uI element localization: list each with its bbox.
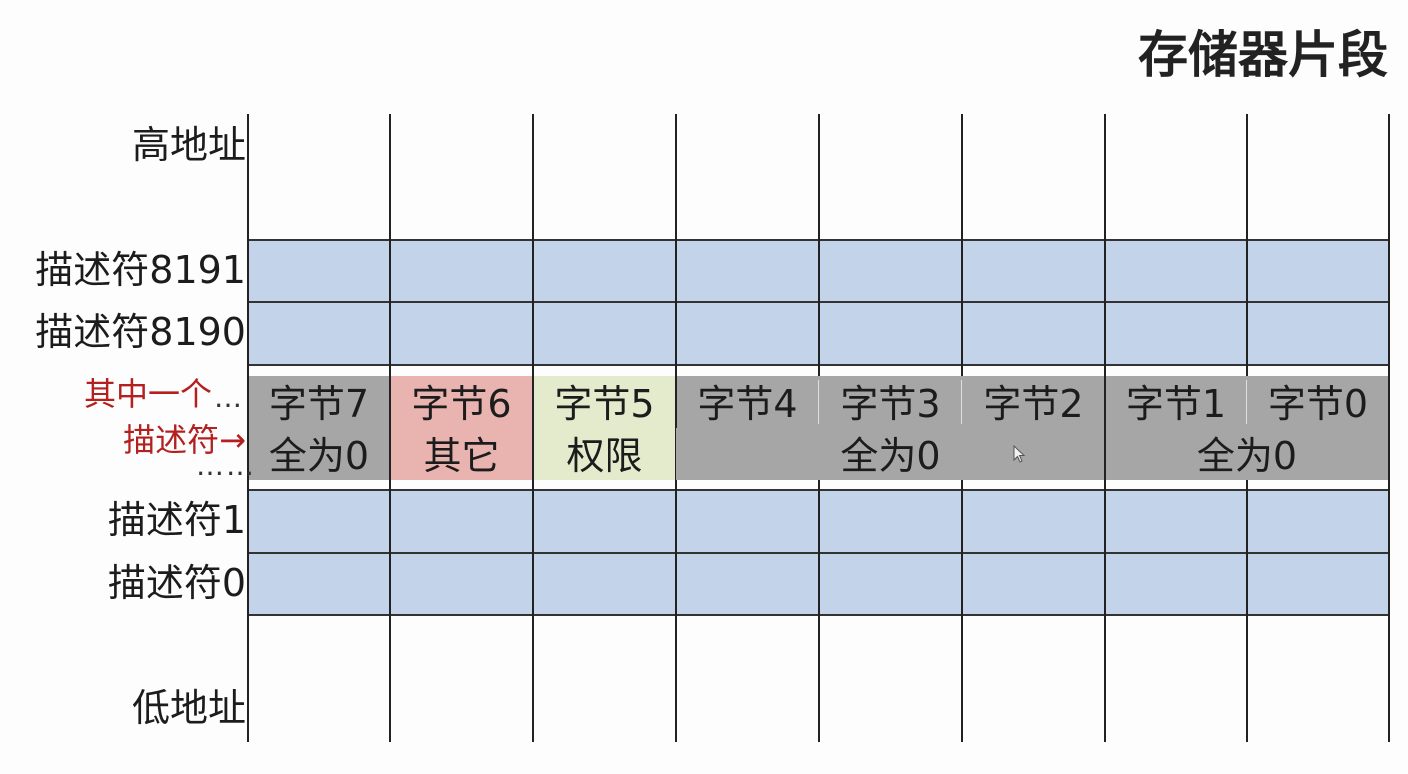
descriptor-8191-label: 描述符8191 [35, 248, 246, 292]
bytes-1-0-content: 全为0 [1196, 434, 1298, 478]
descriptor-1-label: 描述符1 [107, 498, 246, 542]
byte-0-label: 字节0 [1267, 382, 1369, 426]
column-divider [1388, 114, 1390, 742]
thin-divider [818, 380, 819, 424]
dotted-leader: …… [196, 449, 256, 482]
descriptor-0-label: 描述符0 [107, 561, 246, 605]
column-divider [532, 114, 534, 742]
byte-7-content: 全为0 [268, 434, 370, 478]
bytes-4-2-content: 全为0 [840, 434, 941, 478]
mouse-cursor-icon [1013, 445, 1026, 463]
byte-3-label: 字节3 [840, 382, 941, 426]
byte-2-label: 字节2 [983, 382, 1084, 426]
byte-6-content: 其它 [423, 434, 500, 478]
thin-divider [961, 380, 962, 424]
byte-4-label: 字节4 [697, 382, 798, 426]
byte-5-label: 字节5 [554, 382, 655, 426]
thin-divider [1246, 380, 1247, 424]
byte-5-content: 权限 [566, 434, 643, 478]
low-address-label: 低地址 [131, 686, 246, 730]
diagram-title: 存储器片段 [1138, 26, 1388, 84]
descriptor-8190-label: 描述符8190 [35, 310, 246, 354]
dotted-leader: … [214, 381, 244, 414]
byte-1-label: 字节1 [1125, 382, 1227, 426]
byte-6-label: 字节6 [411, 382, 512, 426]
high-address-label: 高地址 [131, 123, 246, 167]
column-divider [389, 114, 391, 742]
column-divider [247, 114, 249, 742]
byte-7-label: 字节7 [268, 382, 370, 426]
one-of-label: 其中一个 [83, 375, 212, 413]
